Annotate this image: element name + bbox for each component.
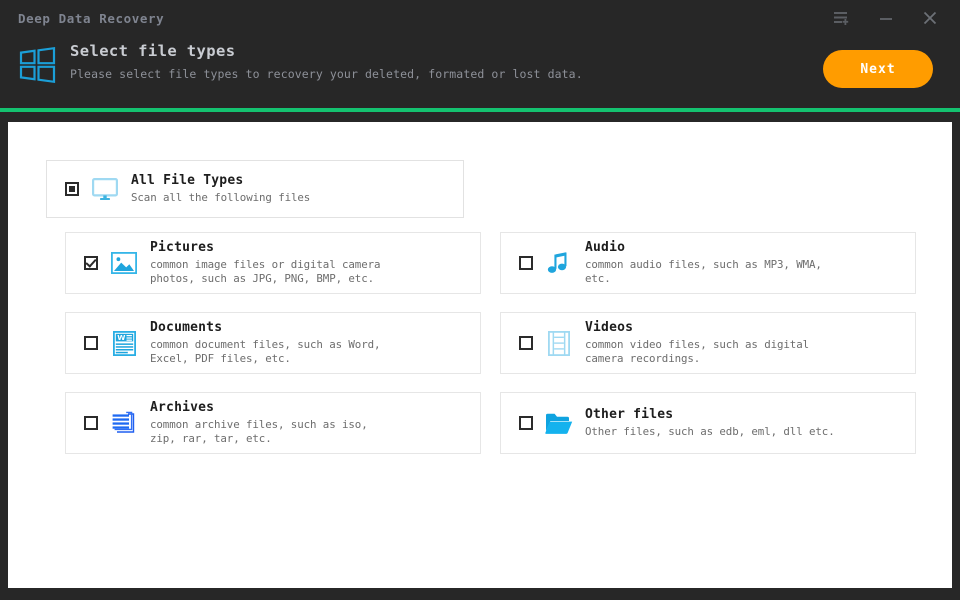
all-file-types-card[interactable]: All File Types Scan all the following fi… — [46, 160, 464, 218]
next-button[interactable]: Next — [823, 50, 933, 88]
file-type-title-documents: Documents — [150, 320, 223, 335]
film-strip-icon-wrap — [544, 330, 574, 356]
film-strip-icon — [548, 330, 570, 356]
page-title: Select file types — [70, 42, 236, 60]
file-type-text-videos: Videos common video files, such as digit… — [585, 320, 915, 366]
menu-plus-icon — [834, 12, 849, 25]
checkbox-pictures[interactable] — [84, 256, 98, 270]
file-type-description-pictures: common image files or digital camera pho… — [150, 258, 381, 285]
windows-squares-icon — [19, 46, 56, 84]
close-icon — [923, 11, 937, 25]
all-file-types-title: All File Types — [131, 173, 244, 188]
file-type-card-other[interactable]: Other files Other files, such as edb, em… — [500, 392, 916, 454]
archive-stack-icon-wrap — [109, 410, 139, 436]
window-controls — [820, 0, 952, 36]
file-type-title-pictures: Pictures — [150, 240, 215, 255]
file-type-text-other: Other files Other files, such as edb, em… — [585, 407, 915, 439]
file-type-card-audio[interactable]: Audio common audio files, such as MP3, W… — [500, 232, 916, 294]
checkbox-videos[interactable] — [519, 336, 533, 350]
monitor-icon-wrap — [90, 176, 120, 202]
menu-button[interactable] — [820, 3, 864, 33]
close-button[interactable] — [908, 3, 952, 33]
checkbox-documents[interactable] — [84, 336, 98, 350]
file-type-text-documents: Documents common document files, such as… — [150, 320, 480, 366]
content-panel: All File Types Scan all the following fi… — [8, 122, 952, 588]
page-subtitle: Please select file types to recovery you… — [70, 67, 583, 81]
file-type-card-pictures[interactable]: Pictures common image files or digital c… — [65, 232, 481, 294]
brand-logo — [19, 46, 57, 84]
file-type-title-videos: Videos — [585, 320, 634, 335]
header-text-group: Select file types Please select file typ… — [70, 42, 583, 81]
file-type-title-other: Other files — [585, 407, 674, 422]
file-type-title-audio: Audio — [585, 240, 626, 255]
file-type-title-archives: Archives — [150, 400, 215, 415]
minimize-button[interactable] — [864, 3, 908, 33]
file-type-description-documents: common document files, such as Word, Exc… — [150, 338, 381, 365]
picture-icon-wrap — [109, 250, 139, 276]
app-title: Deep Data Recovery — [18, 10, 165, 26]
minimize-icon — [880, 18, 892, 20]
checkbox-archives[interactable] — [84, 416, 98, 430]
file-type-text-pictures: Pictures common image files or digital c… — [150, 240, 480, 286]
monitor-icon — [92, 177, 118, 200]
folder-icon-wrap — [544, 410, 574, 436]
all-file-types-description: Scan all the following files — [131, 191, 311, 204]
progress-divider — [0, 108, 960, 112]
folder-icon — [545, 413, 573, 434]
title-bar: Deep Data Recovery — [0, 0, 960, 36]
file-type-card-archives[interactable]: Archives common archive files, such as i… — [65, 392, 481, 454]
page-header: Select file types Please select file typ… — [0, 36, 960, 108]
file-type-description-archives: common archive files, such as iso, zip, … — [150, 418, 368, 445]
file-type-description-other: Other files, such as edb, eml, dll etc. — [585, 425, 835, 438]
checkbox-audio[interactable] — [519, 256, 533, 270]
all-file-types-checkbox[interactable] — [65, 182, 79, 196]
application-window: Deep Data Recovery Select file types Ple… — [0, 0, 960, 600]
file-type-card-documents[interactable]: W Documents common document files, such … — [65, 312, 481, 374]
file-type-description-videos: common video files, such as digital came… — [585, 338, 810, 365]
archive-stack-icon — [112, 411, 135, 433]
svg-text:W: W — [117, 333, 125, 342]
checkbox-other[interactable] — [519, 416, 533, 430]
file-type-text-archives: Archives common archive files, such as i… — [150, 400, 480, 446]
file-type-card-videos[interactable]: Videos common video files, such as digit… — [500, 312, 916, 374]
all-file-types-text: All File Types Scan all the following fi… — [131, 173, 463, 205]
music-note-icon-wrap — [544, 250, 574, 276]
music-note-icon — [547, 252, 567, 273]
file-type-text-audio: Audio common audio files, such as MP3, W… — [585, 240, 915, 286]
picture-icon — [111, 252, 137, 274]
word-document-icon: W — [112, 330, 136, 356]
file-type-description-audio: common audio files, such as MP3, WMA, et… — [585, 258, 822, 285]
word-document-icon-wrap: W — [109, 330, 139, 356]
